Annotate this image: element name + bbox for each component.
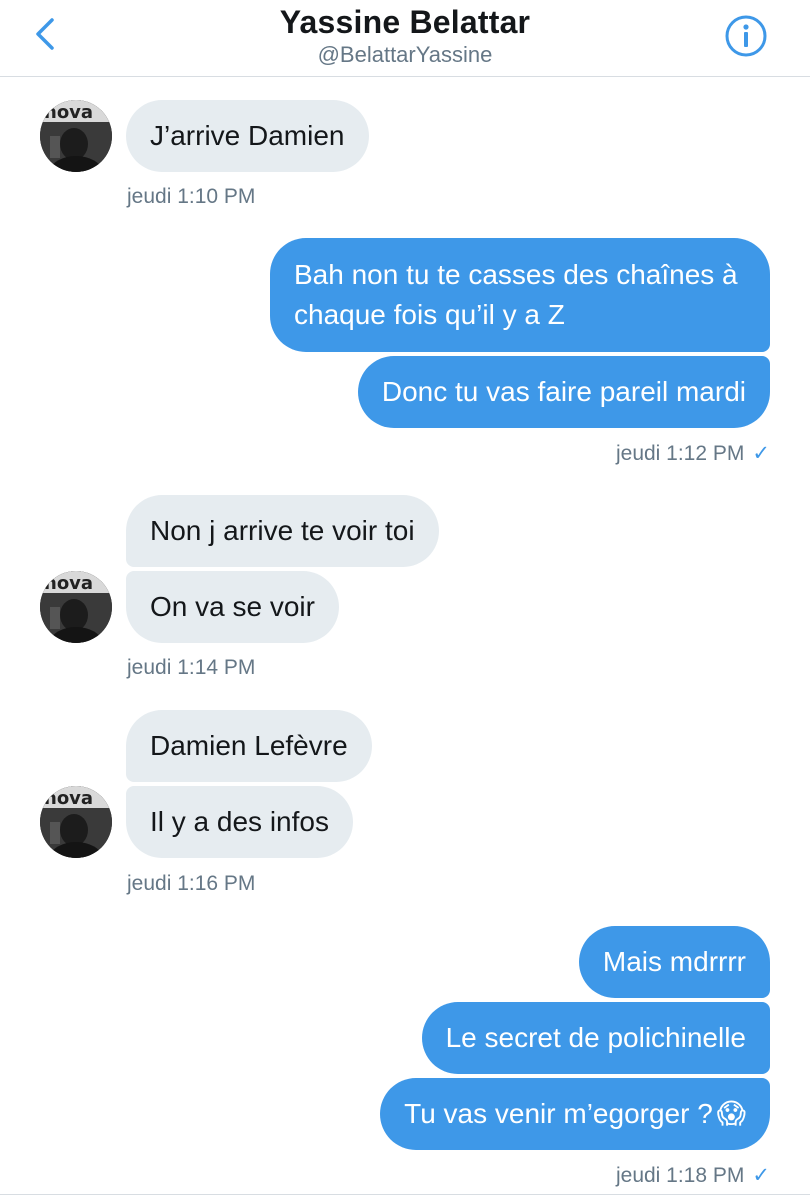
contact-avatar[interactable]: nova [40, 100, 112, 172]
message-bubble-incoming[interactable]: Non j arrive te voir toi [126, 495, 439, 567]
message-text: Tu vas venir m’egorger ? [404, 1098, 713, 1129]
read-check-icon: ✓ [752, 1164, 770, 1187]
contact-name: Yassine Belattar [279, 4, 531, 40]
message-bubble-incoming[interactable]: Il y a des infos [126, 786, 353, 858]
timestamp-text: jeudi 1:12 PM [615, 442, 745, 465]
composer-divider [0, 1194, 810, 1195]
contact-avatar[interactable]: nova [40, 786, 112, 858]
info-button[interactable] [724, 14, 768, 58]
message-bubble-incoming[interactable]: J’arrive Damien [126, 100, 369, 172]
message-timestamp: jeudi 1:10 PM [127, 185, 256, 208]
message-bubble-outgoing[interactable]: Le secret de polichinelle [421, 1002, 770, 1074]
message-bubble-outgoing[interactable]: Donc tu vas faire pareil mardi [357, 356, 770, 428]
message-timestamp: jeudi 1:16 PM [127, 872, 256, 895]
conversation-header: Yassine Belattar @BelattarYassine [0, 0, 810, 77]
message-bubble-outgoing[interactable]: Tu vas venir m’egorger ? 😱 [380, 1078, 770, 1150]
message-bubble-outgoing[interactable]: Bah non tu te casses des chaînes à chaqu… [270, 238, 770, 352]
contact-avatar[interactable]: nova [40, 571, 112, 643]
timestamp-text: jeudi 1:18 PM [615, 1164, 745, 1187]
svg-text:nova: nova [44, 573, 93, 594]
read-check-icon: ✓ [752, 442, 770, 465]
message-bubble-incoming[interactable]: Damien Lefèvre [126, 710, 372, 782]
message-timestamp: jeudi 1:12 PM ✓ [616, 441, 770, 466]
svg-text:nova: nova [44, 788, 93, 809]
info-circle-icon [725, 15, 767, 57]
scream-emoji-icon: 😱 [716, 1097, 746, 1130]
message-bubble-outgoing[interactable]: Mais mdrrrr [578, 926, 770, 998]
contact-handle: @BelattarYassine [317, 42, 493, 67]
message-bubble-incoming[interactable]: On va se voir [126, 571, 339, 643]
message-timestamp: jeudi 1:14 PM [127, 656, 256, 679]
svg-text:nova: nova [44, 102, 93, 123]
message-timestamp: jeudi 1:18 PM ✓ [616, 1163, 770, 1188]
